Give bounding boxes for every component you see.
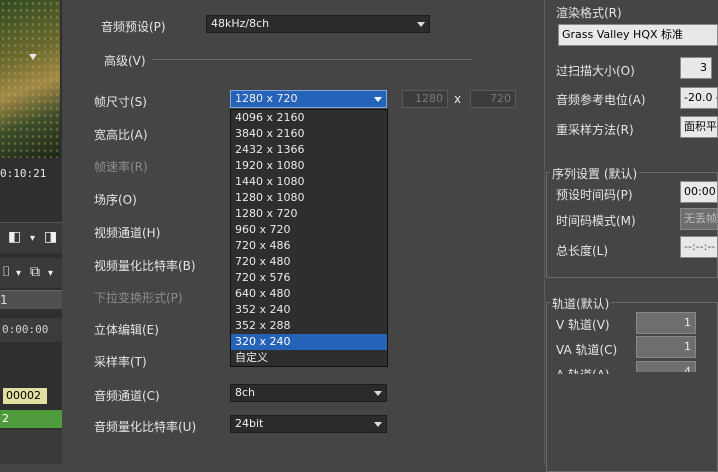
- track-number: 1: [0, 293, 8, 307]
- frame-size-option[interactable]: 2432 x 1366: [231, 142, 387, 158]
- sequence-settings-title: 序列设置 (默认): [550, 165, 640, 182]
- audio-bitdepth-label: 音频量化比特率(U): [94, 420, 197, 434]
- frame-size-option-highlighted[interactable]: 320 x 240: [231, 334, 387, 350]
- audio-reference-label: 音频参考电位(A): [556, 93, 646, 107]
- track-settings-title: 轨道(默认): [550, 295, 612, 312]
- frame-size-option[interactable]: 1280 x 720: [231, 206, 387, 222]
- audio-channel-select[interactable]: 8ch: [230, 384, 387, 402]
- frame-size-option[interactable]: 960 x 720: [231, 222, 387, 238]
- preview-timecode: 0:10:21: [0, 167, 47, 180]
- total-length-field[interactable]: --:--:--: [680, 236, 718, 258]
- ripple-icon[interactable]: ⌷: [2, 264, 10, 280]
- frame-size-dropdown-list: 4096 x 2160 3840 x 2160 2432 x 1366 1920…: [230, 109, 388, 367]
- v-track-field[interactable]: 1: [636, 312, 696, 334]
- frame-size-option[interactable]: 3840 x 2160: [231, 126, 387, 142]
- timeline-toolbar-1: ◧ ▾ ◨: [0, 222, 62, 253]
- chevron-down-icon[interactable]: ▾: [48, 268, 53, 279]
- preview-thumbnail-texture: [0, 0, 60, 158]
- frame-width-field[interactable]: 1280: [402, 90, 448, 108]
- total-length-label: 总长度(L): [556, 244, 609, 258]
- frame-size-option[interactable]: 4096 x 2160: [231, 110, 387, 126]
- frame-size-select[interactable]: 1280 x 720: [230, 90, 387, 108]
- overscan-label: 过扫描大小(O): [556, 64, 635, 78]
- sync-lock-icon[interactable]: ⧉: [30, 264, 40, 280]
- sample-rate-label: 采样率(T): [94, 355, 147, 369]
- timecode-mode-label: 时间码模式(M): [556, 214, 636, 228]
- aspect-ratio-label: 宽高比(A): [94, 128, 148, 142]
- audio-bitdepth-value: 24bit: [235, 417, 264, 430]
- audio-channel-label: 音频通道(C): [94, 389, 160, 403]
- preset-timecode-label: 预设时间码(P): [556, 188, 633, 202]
- chevron-down-icon[interactable]: ▾: [30, 233, 35, 244]
- frame-size-option[interactable]: 1440 x 1080: [231, 174, 387, 190]
- frame-size-option[interactable]: 352 x 288: [231, 318, 387, 334]
- set-out-point-icon[interactable]: ◨: [44, 229, 57, 245]
- chevron-down-icon: [374, 391, 382, 396]
- audio-clip-item[interactable]: 2: [0, 410, 62, 428]
- chevron-down-icon: [417, 22, 425, 27]
- frame-size-option[interactable]: 720 x 576: [231, 270, 387, 286]
- frame-size-option-custom[interactable]: 自定义: [231, 350, 387, 366]
- audio-channel-value: 8ch: [235, 386, 256, 399]
- va-track-field[interactable]: 1: [636, 336, 696, 358]
- ruler-timecode: 0:00:00: [2, 323, 49, 336]
- timeline-ruler[interactable]: 0:00:00: [0, 318, 62, 342]
- frame-size-option[interactable]: 352 x 240: [231, 302, 387, 318]
- audio-preset-value: 48kHz/8ch: [211, 17, 270, 30]
- preset-timecode-field[interactable]: 00:00:0: [680, 181, 718, 203]
- frame-height-field[interactable]: 720: [470, 90, 516, 108]
- video-channel-label: 视频通道(H): [94, 226, 161, 240]
- frame-size-option[interactable]: 640 x 480: [231, 286, 387, 302]
- pulldown-label: 下拉变换形式(P): [94, 291, 183, 305]
- resample-method-label: 重采样方法(R): [556, 123, 634, 137]
- stereo-edit-label: 立体编辑(E): [94, 323, 159, 337]
- frame-size-option[interactable]: 720 x 480: [231, 254, 387, 270]
- overscan-field[interactable]: 3: [680, 57, 712, 79]
- frame-size-label: 帧尺寸(S): [94, 95, 147, 109]
- timeline-empty-area: [0, 430, 62, 464]
- v-track-label: V 轨道(V): [556, 318, 610, 332]
- va-track-label: VA 轨道(C): [556, 343, 618, 357]
- track-header-bar: [0, 290, 62, 309]
- audio-reference-field[interactable]: -20.0 d: [680, 87, 718, 109]
- chevron-down-icon: [374, 422, 382, 427]
- field-order-label: 场序(O): [94, 193, 137, 207]
- advanced-section-toggle[interactable]: 高级(V): [104, 52, 146, 69]
- frame-size-value: 1280 x 720: [235, 92, 298, 105]
- expand-triangle-icon[interactable]: [29, 54, 37, 60]
- section-divider: [152, 59, 472, 60]
- video-bitdepth-label: 视频量化比特率(B): [94, 259, 196, 273]
- timeline-toolbar-2: ⌷ ▾ ⧉ ▾: [0, 258, 62, 288]
- frame-size-option[interactable]: 720 x 486: [231, 238, 387, 254]
- render-format-label: 渲染格式(R): [556, 6, 622, 20]
- frame-size-option[interactable]: 1280 x 1080: [231, 190, 387, 206]
- audio-bitdepth-select[interactable]: 24bit: [230, 415, 387, 433]
- timecode-mode-select[interactable]: 无丢帧: [680, 208, 718, 230]
- audio-preset-label: 音频预设(P): [101, 20, 166, 34]
- chevron-down-icon[interactable]: ▾: [16, 268, 21, 279]
- set-in-point-icon[interactable]: ◧: [8, 229, 21, 245]
- audio-preset-select[interactable]: 48kHz/8ch: [206, 15, 430, 33]
- chevron-down-icon: [374, 97, 382, 102]
- frame-size-option[interactable]: 1920 x 1080: [231, 158, 387, 174]
- render-format-select[interactable]: Grass Valley HQX 标准: [558, 24, 718, 46]
- frame-rate-label: 帧速率(R): [94, 160, 148, 174]
- dimension-separator: x: [454, 92, 462, 106]
- resample-method-select[interactable]: 面积平: [680, 116, 718, 138]
- clip-item[interactable]: 00002: [3, 388, 47, 404]
